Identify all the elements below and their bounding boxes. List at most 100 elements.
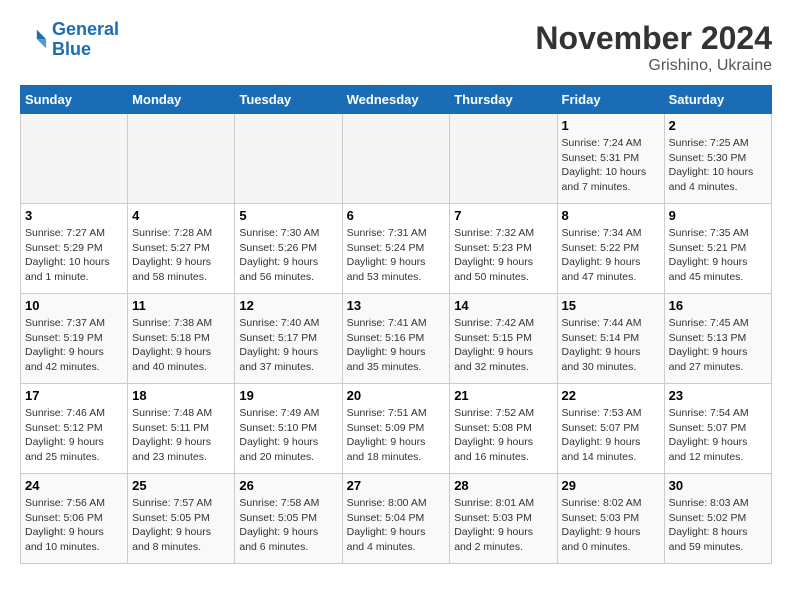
calendar-cell (450, 114, 557, 204)
calendar-cell: 9 Sunrise: 7:35 AM Sunset: 5:21 PM Daylig… (664, 204, 771, 294)
weekday-header-monday: Monday (128, 86, 235, 114)
calendar-cell: 18 Sunrise: 7:48 AM Sunset: 5:11 PM Dayli… (128, 384, 235, 474)
day-info: Sunrise: 8:02 AM Sunset: 5:03 PM Dayligh… (562, 496, 660, 555)
calendar-cell: 27 Sunrise: 8:00 AM Sunset: 5:04 PM Dayli… (342, 474, 450, 564)
day-number: 15 (562, 298, 660, 313)
day-number: 18 (132, 388, 230, 403)
calendar-cell: 24 Sunrise: 7:56 AM Sunset: 5:06 PM Dayli… (21, 474, 128, 564)
day-number: 14 (454, 298, 552, 313)
day-number: 20 (347, 388, 446, 403)
day-info: Sunrise: 8:00 AM Sunset: 5:04 PM Dayligh… (347, 496, 446, 555)
day-info: Sunrise: 7:34 AM Sunset: 5:22 PM Dayligh… (562, 226, 660, 285)
weekday-header-wednesday: Wednesday (342, 86, 450, 114)
calendar-cell: 15 Sunrise: 7:44 AM Sunset: 5:14 PM Dayli… (557, 294, 664, 384)
day-info: Sunrise: 7:52 AM Sunset: 5:08 PM Dayligh… (454, 406, 552, 465)
calendar-cell: 7 Sunrise: 7:32 AM Sunset: 5:23 PM Daylig… (450, 204, 557, 294)
day-info: Sunrise: 7:57 AM Sunset: 5:05 PM Dayligh… (132, 496, 230, 555)
day-info: Sunrise: 7:48 AM Sunset: 5:11 PM Dayligh… (132, 406, 230, 465)
logo-blue: Blue (52, 39, 91, 59)
calendar-cell: 22Sunrise: 7:53 AM Sunset: 5:07 PM Dayli… (557, 384, 664, 474)
day-info: Sunrise: 7:54 AM Sunset: 5:07 PM Dayligh… (669, 406, 767, 465)
weekday-header-friday: Friday (557, 86, 664, 114)
day-info: Sunrise: 7:25 AM Sunset: 5:30 PM Dayligh… (669, 136, 767, 195)
calendar-cell: 5Sunrise: 7:30 AM Sunset: 5:26 PM Daylig… (235, 204, 342, 294)
day-info: Sunrise: 7:24 AM Sunset: 5:31 PM Dayligh… (562, 136, 660, 195)
calendar-week-row: 10Sunrise: 7:37 AM Sunset: 5:19 PM Dayli… (21, 294, 772, 384)
day-number: 13 (347, 298, 446, 313)
calendar-cell (128, 114, 235, 204)
weekday-header-thursday: Thursday (450, 86, 557, 114)
calendar-cell: 12 Sunrise: 7:40 AM Sunset: 5:17 PM Dayli… (235, 294, 342, 384)
day-number: 21 (454, 388, 552, 403)
day-number: 26 (239, 478, 337, 493)
day-info: Sunrise: 7:51 AM Sunset: 5:09 PM Dayligh… (347, 406, 446, 465)
day-info: Sunrise: 7:35 AM Sunset: 5:21 PM Dayligh… (669, 226, 767, 285)
day-number: 19 (239, 388, 337, 403)
calendar-cell: 28Sunrise: 8:01 AM Sunset: 5:03 PM Dayli… (450, 474, 557, 564)
month-title: November 2024 (535, 20, 772, 57)
day-info: Sunrise: 7:28 AM Sunset: 5:27 PM Dayligh… (132, 226, 230, 285)
day-number: 8 (562, 208, 660, 223)
day-info: Sunrise: 7:46 AM Sunset: 5:12 PM Dayligh… (25, 406, 123, 465)
day-info: Sunrise: 7:40 AM Sunset: 5:17 PM Dayligh… (239, 316, 337, 375)
calendar-header-row: SundayMondayTuesdayWednesdayThursdayFrid… (21, 86, 772, 114)
day-number: 29 (562, 478, 660, 493)
day-info: Sunrise: 7:41 AM Sunset: 5:16 PM Dayligh… (347, 316, 446, 375)
day-number: 9 (669, 208, 767, 223)
weekday-header-sunday: Sunday (21, 86, 128, 114)
day-number: 5 (239, 208, 337, 223)
day-info: Sunrise: 7:58 AM Sunset: 5:05 PM Dayligh… (239, 496, 337, 555)
calendar-cell: 25 Sunrise: 7:57 AM Sunset: 5:05 PM Dayli… (128, 474, 235, 564)
day-info: Sunrise: 7:44 AM Sunset: 5:14 PM Dayligh… (562, 316, 660, 375)
calendar-cell: 17 Sunrise: 7:46 AM Sunset: 5:12 PM Dayli… (21, 384, 128, 474)
calendar-cell: 20 Sunrise: 7:51 AM Sunset: 5:09 PM Dayli… (342, 384, 450, 474)
day-info: Sunrise: 7:31 AM Sunset: 5:24 PM Dayligh… (347, 226, 446, 285)
day-info: Sunrise: 7:32 AM Sunset: 5:23 PM Dayligh… (454, 226, 552, 285)
calendar-week-row: 3Sunrise: 7:27 AM Sunset: 5:29 PM Daylig… (21, 204, 772, 294)
day-number: 4 (132, 208, 230, 223)
day-number: 16 (669, 298, 767, 313)
calendar-week-row: 17 Sunrise: 7:46 AM Sunset: 5:12 PM Dayli… (21, 384, 772, 474)
day-number: 17 (25, 388, 123, 403)
day-number: 1 (562, 118, 660, 133)
logo: General Blue (20, 20, 119, 60)
calendar-cell: 3Sunrise: 7:27 AM Sunset: 5:29 PM Daylig… (21, 204, 128, 294)
day-number: 30 (669, 478, 767, 493)
calendar-cell: 30Sunrise: 8:03 AM Sunset: 5:02 PM Dayli… (664, 474, 771, 564)
calendar-cell (21, 114, 128, 204)
day-number: 7 (454, 208, 552, 223)
day-info: Sunrise: 7:49 AM Sunset: 5:10 PM Dayligh… (239, 406, 337, 465)
calendar-cell: 2 Sunrise: 7:25 AM Sunset: 5:30 PM Daylig… (664, 114, 771, 204)
calendar-cell: 29 Sunrise: 8:02 AM Sunset: 5:03 PM Dayli… (557, 474, 664, 564)
logo-general: General (52, 19, 119, 39)
day-number: 24 (25, 478, 123, 493)
calendar-week-row: 1 Sunrise: 7:24 AM Sunset: 5:31 PM Daylig… (21, 114, 772, 204)
calendar-cell: 14 Sunrise: 7:42 AM Sunset: 5:15 PM Dayli… (450, 294, 557, 384)
day-number: 12 (239, 298, 337, 313)
day-info: Sunrise: 7:38 AM Sunset: 5:18 PM Dayligh… (132, 316, 230, 375)
day-number: 2 (669, 118, 767, 133)
calendar-cell (342, 114, 450, 204)
calendar-cell: 21 Sunrise: 7:52 AM Sunset: 5:08 PM Dayli… (450, 384, 557, 474)
day-info: Sunrise: 7:53 AM Sunset: 5:07 PM Dayligh… (562, 406, 660, 465)
calendar-cell: 26 Sunrise: 7:58 AM Sunset: 5:05 PM Dayli… (235, 474, 342, 564)
page-header: General Blue November 2024 Grishino, Ukr… (20, 20, 772, 75)
calendar-cell: 6 Sunrise: 7:31 AM Sunset: 5:24 PM Daylig… (342, 204, 450, 294)
calendar-cell: 10Sunrise: 7:37 AM Sunset: 5:19 PM Dayli… (21, 294, 128, 384)
location: Grishino, Ukraine (535, 57, 772, 75)
logo-icon (20, 26, 48, 54)
calendar-cell: 19 Sunrise: 7:49 AM Sunset: 5:10 PM Dayli… (235, 384, 342, 474)
day-number: 23 (669, 388, 767, 403)
day-number: 27 (347, 478, 446, 493)
calendar-cell: 13 Sunrise: 7:41 AM Sunset: 5:16 PM Dayli… (342, 294, 450, 384)
calendar-cell: 11 Sunrise: 7:38 AM Sunset: 5:18 PM Dayli… (128, 294, 235, 384)
day-number: 6 (347, 208, 446, 223)
day-number: 25 (132, 478, 230, 493)
day-info: Sunrise: 7:56 AM Sunset: 5:06 PM Dayligh… (25, 496, 123, 555)
calendar-cell: 4 Sunrise: 7:28 AM Sunset: 5:27 PM Daylig… (128, 204, 235, 294)
day-number: 3 (25, 208, 123, 223)
day-number: 11 (132, 298, 230, 313)
day-info: Sunrise: 7:42 AM Sunset: 5:15 PM Dayligh… (454, 316, 552, 375)
logo-text: General Blue (52, 20, 119, 60)
title-block: November 2024 Grishino, Ukraine (535, 20, 772, 75)
